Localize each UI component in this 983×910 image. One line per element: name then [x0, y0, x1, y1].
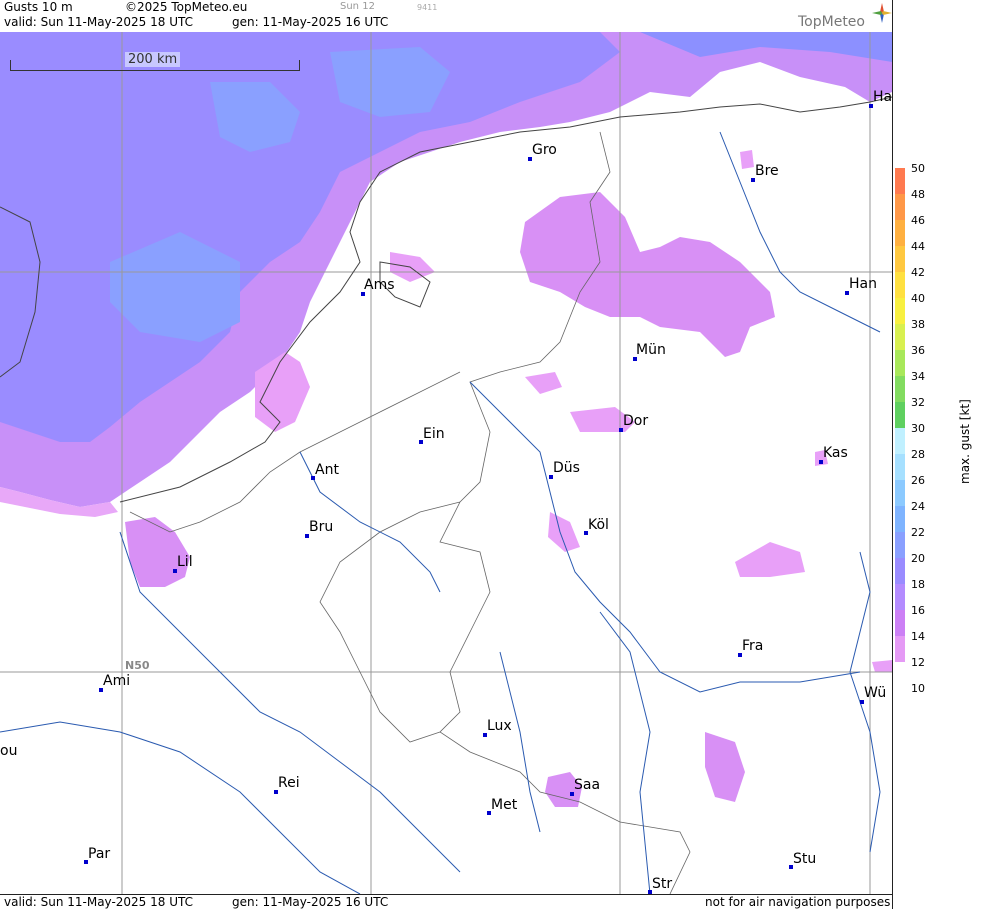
legend-swatch-16-18 [895, 584, 905, 610]
gust-patch-ams [390, 252, 435, 282]
footer-gen-time: gen: 11-May-2025 16 UTC [232, 895, 389, 909]
city-label[interactable]: Stu [793, 851, 816, 867]
city-label[interactable]: Bru [309, 519, 333, 535]
gust-patch-ems [520, 192, 775, 357]
legend-tick: 32 [911, 396, 925, 409]
legend-tick: 42 [911, 266, 925, 279]
legend-swatch-12-14 [895, 636, 905, 662]
legend-tick: 14 [911, 630, 925, 643]
gust-patch-neckar [705, 732, 745, 802]
legend-tick: 20 [911, 552, 925, 565]
city-label[interactable]: ou [0, 743, 17, 759]
city-label[interactable]: Gro [532, 142, 557, 158]
city-label[interactable]: Rei [278, 775, 300, 791]
legend-tick: 48 [911, 188, 925, 201]
legend-swatch-28-30 [895, 428, 905, 454]
gust-patch-rhein [735, 542, 805, 577]
footer-disclaimer: not for air navigation purposes [705, 895, 891, 909]
topmeteo-logo: TopMeteo [798, 14, 865, 30]
legend-title: max. gust [kt] [958, 399, 972, 484]
city-label[interactable]: Fra [742, 638, 763, 654]
city-label[interactable]: Mün [636, 342, 666, 358]
city-label[interactable]: Par [88, 846, 110, 862]
legend-swatch-40-42 [895, 272, 905, 298]
city-label[interactable]: Str [652, 876, 672, 892]
header-bar: Gusts 10 m ©2025 TopMeteo.eu Sun 12 9411… [0, 0, 892, 33]
city-label[interactable]: Kas [823, 445, 848, 461]
legend-swatch-44-46 [895, 220, 905, 246]
legend-swatch-34-36 [895, 350, 905, 376]
gust-map[interactable]: 200 km N50 Gro Bre Ha Ams Han Mün Dor Ei… [0, 32, 892, 894]
legend-swatch-42-44 [895, 246, 905, 272]
day-tab[interactable]: Sun 12 [340, 1, 375, 12]
legend-tick: 12 [911, 656, 925, 669]
gust-patch-han [740, 150, 754, 169]
legend-swatch-38-40 [895, 298, 905, 324]
latitude-label: N50 [125, 659, 150, 672]
legend-tick: 38 [911, 318, 925, 331]
gust-patch-koeln [548, 512, 580, 552]
legend-swatch-30-32 [895, 402, 905, 428]
valid-time: valid: Sun 11-May-2025 18 UTC [4, 15, 193, 29]
map-canvas [0, 32, 892, 894]
city-label[interactable]: Lil [177, 554, 193, 570]
city-label[interactable]: Met [491, 797, 517, 813]
legend-tick: 18 [911, 578, 925, 591]
legend-tick: 46 [911, 214, 925, 227]
legend-color-bar [895, 168, 905, 662]
city-label[interactable]: Ein [423, 426, 445, 442]
copyright: ©2025 TopMeteo.eu [125, 0, 248, 14]
city-label[interactable]: Bre [755, 163, 779, 179]
scale-label: 200 km [125, 52, 181, 67]
city-label[interactable]: Dor [623, 413, 648, 429]
gen-time: gen: 11-May-2025 16 UTC [232, 15, 389, 29]
city-label[interactable]: Lux [487, 718, 512, 734]
city-label[interactable]: Wü [864, 685, 886, 701]
legend-tick: 40 [911, 292, 925, 305]
legend-tick: 26 [911, 474, 925, 487]
run-code: 9411 [417, 3, 438, 12]
city-label[interactable]: Ams [364, 277, 395, 293]
city-label[interactable]: Ami [103, 673, 130, 689]
gust-patch-muenster [525, 372, 562, 394]
gust-patch-wue [872, 660, 892, 672]
city-label[interactable]: Saa [574, 777, 600, 793]
legend-swatch-26-28 [895, 454, 905, 480]
legend-tick: 30 [911, 422, 925, 435]
legend-swatch-14-16 [895, 610, 905, 636]
footer-valid-time: valid: Sun 11-May-2025 18 UTC [4, 895, 193, 909]
city-label[interactable]: Ant [315, 462, 339, 478]
legend-swatch-46-48 [895, 194, 905, 220]
legend-tick: 10 [911, 682, 925, 695]
legend-tick: 34 [911, 370, 925, 383]
legend-tick: 36 [911, 344, 925, 357]
legend-swatch-32-34 [895, 376, 905, 402]
city-label[interactable]: Düs [553, 460, 580, 476]
legend-swatch-24-26 [895, 480, 905, 506]
product-title: Gusts 10 m [4, 0, 73, 14]
legend-tick: 28 [911, 448, 925, 461]
legend-swatch-22-24 [895, 506, 905, 532]
legend-swatch-20-22 [895, 532, 905, 558]
city-label[interactable]: Ha [873, 89, 892, 105]
city-label[interactable]: Han [849, 276, 877, 292]
legend-swatch-48-50 [895, 168, 905, 194]
compass-icon [872, 3, 892, 23]
legend-tick: 44 [911, 240, 925, 253]
legend-tick: 24 [911, 500, 925, 513]
legend-swatch-18-20 [895, 558, 905, 584]
footer-bar: valid: Sun 11-May-2025 18 UTC gen: 11-Ma… [0, 894, 892, 910]
legend-tick: 16 [911, 604, 925, 617]
city-label[interactable]: Köl [588, 517, 609, 533]
legend-tick: 22 [911, 526, 925, 539]
legend-tick: 50 [911, 162, 925, 175]
legend-swatch-36-38 [895, 324, 905, 350]
